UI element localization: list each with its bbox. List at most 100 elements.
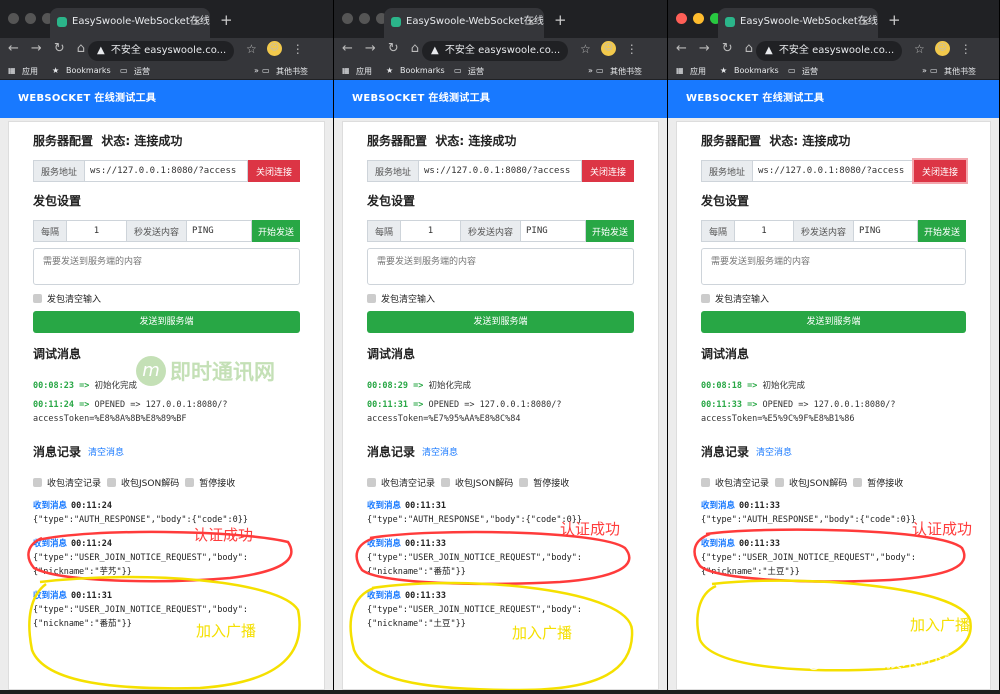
back-icon[interactable]: ← [342, 41, 353, 56]
ping-content-input[interactable]: PING [521, 220, 586, 242]
option-pause[interactable]: 暂停接收 [185, 476, 235, 489]
clear-input-option[interactable]: 发包清空输入 [33, 291, 300, 305]
option-json-decode[interactable]: 收包JSON解码 [441, 476, 513, 489]
bookmark-others[interactable]: 其他书签 [610, 66, 642, 77]
reload-icon[interactable]: ↻ [388, 41, 399, 56]
star-icon[interactable]: ☆ [914, 42, 925, 56]
new-tab-icon[interactable]: + [888, 11, 901, 29]
window-controls[interactable] [342, 13, 387, 24]
close-connection-button[interactable]: 关闭连接 [913, 160, 966, 182]
checkbox[interactable] [853, 478, 863, 487]
forward-icon[interactable]: → [699, 41, 710, 56]
option-clear-records[interactable]: 收包清空记录 [701, 476, 769, 489]
home-icon[interactable]: ⌂ [745, 41, 753, 56]
bookmark-others[interactable]: 其他书签 [944, 66, 976, 77]
browser-tab[interactable]: EasySwoole-WebSocket在线测试 × [718, 8, 878, 38]
bookmark-apps[interactable]: 应用 [690, 66, 706, 77]
message-textarea[interactable]: 需要发送到服务端的内容 [367, 248, 634, 285]
bookmark-bookmarks[interactable]: Bookmarks [66, 66, 111, 75]
avatar[interactable]: ☺ [600, 41, 616, 56]
back-icon[interactable]: ← [676, 41, 687, 56]
checkbox[interactable] [367, 293, 376, 303]
browser-tab[interactable]: EasySwoole-WebSocket在线测试 × [384, 8, 544, 38]
more-bookmarks-icon[interactable]: » [254, 66, 259, 75]
interval-input[interactable]: 1 [735, 220, 794, 242]
minimize-dot-icon[interactable] [25, 13, 36, 24]
avatar[interactable]: ☺ [266, 41, 282, 56]
checkbox[interactable] [185, 478, 195, 487]
avatar[interactable]: ☺ [934, 41, 950, 56]
star-icon[interactable]: ☆ [246, 42, 257, 56]
message-textarea[interactable]: 需要发送到服务端的内容 [33, 248, 300, 285]
send-to-server-button[interactable]: 发送到服务端 [33, 311, 300, 333]
reload-icon[interactable]: ↻ [54, 41, 65, 56]
start-send-button[interactable]: 开始发送 [586, 220, 635, 242]
ping-content-input[interactable]: PING [854, 220, 918, 242]
bookmark-folder[interactable]: 运营 [802, 66, 818, 77]
new-tab-icon[interactable]: + [220, 11, 233, 29]
menu-dots-icon[interactable]: ⋮ [960, 42, 972, 56]
menu-dots-icon[interactable]: ⋮ [292, 42, 304, 56]
server-address-input[interactable]: ws://127.0.0.1:8080/?access [419, 160, 582, 182]
minimize-dot-icon[interactable] [693, 13, 704, 24]
browser-tab[interactable]: EasySwoole-WebSocket在线测试 × [50, 8, 210, 38]
address-bar[interactable]: ▲ 不安全 easyswoole.co... [88, 41, 234, 61]
forward-icon[interactable]: → [365, 41, 376, 56]
back-icon[interactable]: ← [8, 41, 19, 56]
apps-grid-icon[interactable]: ▦ [8, 66, 16, 75]
checkbox[interactable] [367, 478, 376, 487]
star-icon[interactable]: ☆ [580, 42, 591, 56]
close-dot-icon[interactable] [342, 13, 353, 24]
checkbox[interactable] [441, 478, 451, 487]
message-textarea[interactable]: 需要发送到服务端的内容 [701, 248, 966, 285]
more-bookmarks-icon[interactable]: » [588, 66, 593, 75]
close-dot-icon[interactable] [676, 13, 687, 24]
home-icon[interactable]: ⌂ [411, 41, 419, 56]
option-clear-records[interactable]: 收包清空记录 [33, 476, 101, 489]
new-tab-icon[interactable]: + [554, 11, 567, 29]
checkbox[interactable] [775, 478, 785, 487]
close-tab-icon[interactable]: × [861, 8, 870, 36]
clear-messages-link[interactable]: 清空消息 [422, 445, 458, 458]
checkbox[interactable] [107, 478, 117, 487]
minimize-dot-icon[interactable] [359, 13, 370, 24]
ping-content-input[interactable]: PING [187, 220, 252, 242]
server-address-input[interactable]: ws://127.0.0.1:8080/?access [753, 160, 914, 182]
home-icon[interactable]: ⌂ [77, 41, 85, 56]
checkbox[interactable] [519, 478, 529, 487]
clear-messages-link[interactable]: 清空消息 [756, 445, 792, 458]
clear-input-option[interactable]: 发包清空输入 [367, 291, 634, 305]
checkbox[interactable] [33, 478, 42, 487]
bookmark-apps[interactable]: 应用 [22, 66, 38, 77]
address-bar[interactable]: ▲ 不安全 easyswoole.co... [756, 41, 902, 61]
checkbox[interactable] [701, 478, 710, 487]
bookmark-folder[interactable]: 运营 [134, 66, 150, 77]
bookmark-apps[interactable]: 应用 [356, 66, 372, 77]
window-controls[interactable] [676, 13, 721, 24]
bookmark-bookmarks[interactable]: Bookmarks [734, 66, 779, 75]
interval-input[interactable]: 1 [401, 220, 461, 242]
window-controls[interactable] [8, 13, 53, 24]
option-clear-records[interactable]: 收包清空记录 [367, 476, 435, 489]
checkbox[interactable] [33, 293, 42, 303]
more-bookmarks-icon[interactable]: » [922, 66, 927, 75]
bookmark-others[interactable]: 其他书签 [276, 66, 308, 77]
menu-dots-icon[interactable]: ⋮ [626, 42, 638, 56]
clear-input-option[interactable]: 发包清空输入 [701, 291, 966, 305]
close-dot-icon[interactable] [8, 13, 19, 24]
send-to-server-button[interactable]: 发送到服务端 [367, 311, 634, 333]
bookmark-bookmarks[interactable]: Bookmarks [400, 66, 445, 75]
option-json-decode[interactable]: 收包JSON解码 [107, 476, 179, 489]
close-connection-button[interactable]: 关闭连接 [247, 160, 300, 182]
server-address-input[interactable]: ws://127.0.0.1:8080/?access [85, 160, 248, 182]
close-connection-button[interactable]: 关闭连接 [581, 160, 634, 182]
option-json-decode[interactable]: 收包JSON解码 [775, 476, 847, 489]
clear-messages-link[interactable]: 清空消息 [88, 445, 124, 458]
send-to-server-button[interactable]: 发送到服务端 [701, 311, 966, 333]
close-tab-icon[interactable]: × [193, 8, 202, 36]
apps-grid-icon[interactable]: ▦ [342, 66, 350, 75]
apps-grid-icon[interactable]: ▦ [676, 66, 684, 75]
address-bar[interactable]: ▲ 不安全 easyswoole.co... [422, 41, 568, 61]
bookmark-folder[interactable]: 运营 [468, 66, 484, 77]
start-send-button[interactable]: 开始发送 [252, 220, 301, 242]
